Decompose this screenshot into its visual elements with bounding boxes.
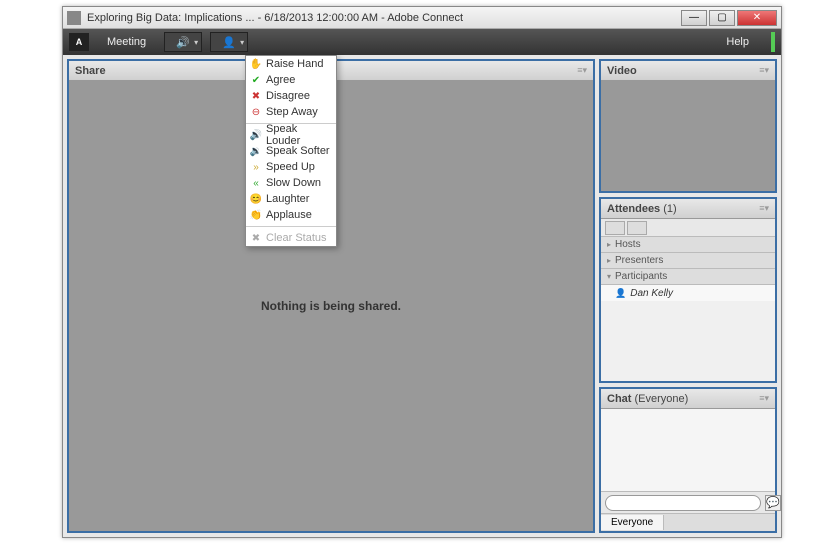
chat-header: Chat (Everyone) ≡▾ (601, 389, 775, 409)
adobe-logo[interactable]: A (69, 33, 89, 51)
minimize-button[interactable]: — (681, 10, 707, 26)
pod-menu-icon[interactable]: ≡▾ (759, 65, 769, 76)
menubar: A Meeting 🔊 👤 Help (63, 29, 781, 55)
disagree-item[interactable]: ✖Disagree (246, 88, 336, 104)
slow-down-item[interactable]: «Slow Down (246, 175, 336, 191)
pod-menu-icon[interactable]: ≡▾ (759, 203, 769, 214)
participant-row[interactable]: Dan Kelly (601, 285, 775, 301)
pod-menu-icon[interactable]: ≡▾ (577, 65, 587, 76)
raise-hand-item[interactable]: ✋Raise Hand (246, 56, 336, 72)
raise-hand-icon: ✋ (250, 58, 262, 70)
chat-tab-everyone[interactable]: Everyone (601, 515, 664, 530)
presenters-section[interactable]: Presenters (601, 253, 775, 269)
status-dropdown: ✋Raise Hand ✔Agree ✖Disagree ⊖Step Away … (245, 55, 337, 247)
help-menu[interactable]: Help (716, 32, 759, 52)
attendees-empty-area (601, 301, 775, 381)
applause-item[interactable]: 👏Applause (246, 207, 336, 223)
speak-louder-icon: 🔊 (250, 129, 262, 141)
step-away-item[interactable]: ⊖Step Away (246, 104, 336, 120)
chat-input-row: 💬 (601, 491, 775, 513)
attendees-pod: Attendees (1) ≡▾ Hosts Presenters Partic… (599, 197, 777, 383)
speaker-button[interactable]: 🔊 (164, 32, 202, 52)
speak-louder-item[interactable]: 🔊Speak Louder (246, 127, 336, 143)
chat-tabs: Everyone (601, 513, 775, 531)
video-pod: Video ≡▾ (599, 59, 777, 193)
laughter-icon: 😊 (250, 193, 262, 205)
window-controls: — ▢ ✕ (681, 10, 777, 26)
clear-icon: ✖ (250, 232, 262, 244)
chat-title: Chat (Everyone) (607, 393, 759, 405)
chat-pod: Chat (Everyone) ≡▾ 💬 Everyone (599, 387, 777, 533)
participants-section[interactable]: Participants (601, 269, 775, 285)
app-window: Exploring Big Data: Implications ... - 6… (62, 6, 782, 538)
speaker-icon: 🔊 (176, 36, 190, 49)
attendees-header: Attendees (1) ≡▾ (601, 199, 775, 219)
pod-menu-icon[interactable]: ≡▾ (759, 393, 769, 404)
agree-icon: ✔ (250, 74, 262, 86)
content-area: Share ≡▾ Nothing is being shared. Video … (63, 55, 781, 537)
video-body (601, 81, 775, 191)
connection-status-icon (771, 32, 775, 52)
person-icon: 👤 (222, 36, 236, 49)
chat-messages (601, 409, 775, 491)
meeting-menu[interactable]: Meeting (97, 32, 156, 52)
video-header: Video ≡▾ (601, 61, 775, 81)
chat-input[interactable] (605, 495, 761, 511)
menu-separator (246, 226, 336, 227)
status-button[interactable]: 👤 (210, 32, 248, 52)
laughter-item[interactable]: 😊Laughter (246, 191, 336, 207)
close-button[interactable]: ✕ (737, 10, 777, 26)
window-title: Exploring Big Data: Implications ... - 6… (87, 12, 681, 24)
attendee-view-list-button[interactable] (605, 221, 625, 235)
clear-status-item: ✖Clear Status (246, 230, 336, 246)
speak-softer-item[interactable]: 🔉Speak Softer (246, 143, 336, 159)
maximize-button[interactable]: ▢ (709, 10, 735, 26)
chat-send-button[interactable]: 💬 (765, 495, 781, 511)
attendee-view-status-button[interactable] (627, 221, 647, 235)
step-away-icon: ⊖ (250, 106, 262, 118)
video-title: Video (607, 65, 759, 77)
applause-icon: 👏 (250, 209, 262, 221)
titlebar: Exploring Big Data: Implications ... - 6… (63, 7, 781, 29)
chat-bubble-icon: 💬 (766, 496, 780, 509)
speed-up-item[interactable]: »Speed Up (246, 159, 336, 175)
share-empty-message: Nothing is being shared. (69, 299, 593, 313)
app-icon (67, 11, 81, 25)
attendees-toolbar (601, 219, 775, 237)
speak-softer-icon: 🔉 (250, 145, 262, 157)
hosts-section[interactable]: Hosts (601, 237, 775, 253)
speed-up-icon: » (250, 161, 262, 173)
right-column: Video ≡▾ Attendees (1) ≡▾ Hosts Presente… (599, 59, 777, 533)
slow-down-icon: « (250, 177, 262, 189)
agree-item[interactable]: ✔Agree (246, 72, 336, 88)
disagree-icon: ✖ (250, 90, 262, 102)
attendees-title: Attendees (1) (607, 203, 759, 215)
